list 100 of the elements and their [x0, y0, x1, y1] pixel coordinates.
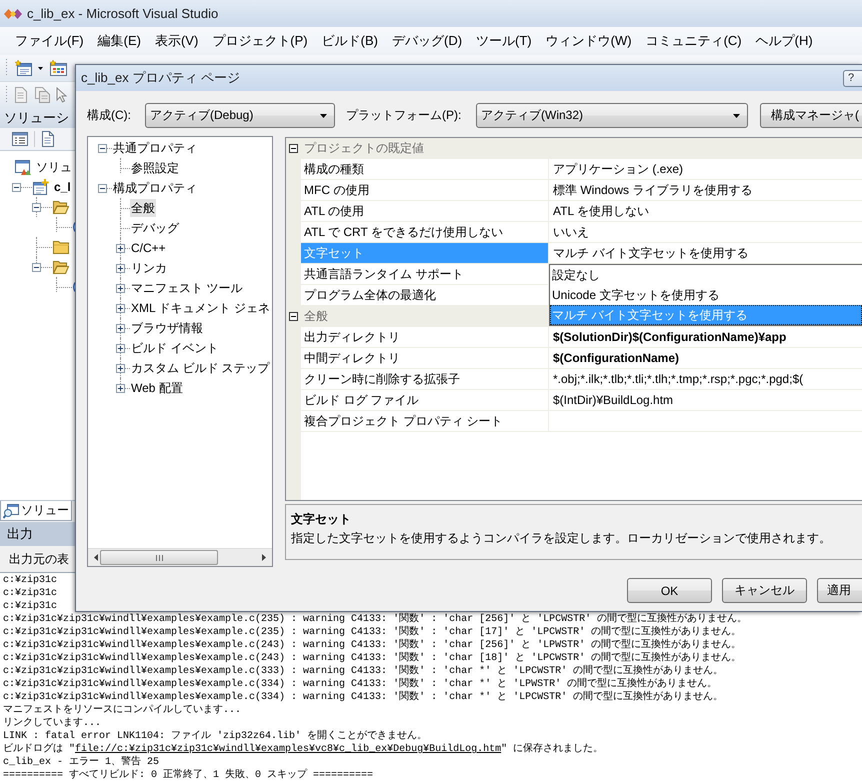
- field-label: プラットフォーム(P):: [346, 107, 462, 124]
- output-line: c:¥zip31c: [3, 600, 58, 613]
- output-line: c_lib_ex - エラー 1、警告 25: [3, 756, 160, 769]
- scrollbar-thumb[interactable]: [100, 550, 218, 565]
- plus-box-icon[interactable]: [116, 344, 125, 352]
- output-line: ビルドログは "file://c:¥zip31c¥zip31c¥windll¥examples¥vc8¥c_lib_ex¥Debug¥BuildLog.htm" に保存されました。: [3, 743, 604, 756]
- arrow-pointer-icon[interactable]: [56, 87, 67, 103]
- menu-item[interactable]: デバッグ(D): [384, 30, 470, 52]
- caret-icon[interactable]: [38, 66, 43, 70]
- right-arrow-icon[interactable]: [262, 554, 266, 561]
- dropdown-option[interactable]: Unicode 文字セットを使用する: [550, 285, 862, 305]
- property-value[interactable]: $(IntDir)¥BuildLog.htm: [549, 390, 862, 411]
- plus-box-icon[interactable]: [116, 264, 125, 272]
- tree-item[interactable]: XML ドキュメント ジェネ: [130, 299, 271, 317]
- help-button[interactable]: ?: [843, 70, 862, 86]
- output-line: LINK : fatal error LNK1104: ファイル 'zip32z64.lib' を開くことができません。: [3, 730, 428, 743]
- tree-item[interactable]: ソリュ: [36, 159, 72, 175]
- tree-item[interactable]: Web 配置: [130, 379, 184, 397]
- minus-box-icon[interactable]: [98, 184, 107, 192]
- plus-box-icon[interactable]: [116, 324, 125, 332]
- output-line: ========== すべてリビルド: 0 正常終了、1 失敗、0 スキップ ==========: [3, 769, 374, 782]
- property-name[interactable]: 構成の種類: [301, 159, 549, 180]
- window-chart-icon: [15, 159, 31, 175]
- property-value[interactable]: $(SolutionDir)$(ConfigurationName)¥app: [549, 327, 862, 348]
- output-line: c:¥zip31c: [3, 574, 58, 587]
- description-text: 指定した文字セットを使用するようコンパイラを設定します。ローカリゼーションで使用されます。: [291, 530, 831, 546]
- menu-item[interactable]: 表示(V): [148, 30, 206, 52]
- menu-item[interactable]: ヘルプ(H): [748, 30, 820, 52]
- folder-icon: [53, 240, 69, 254]
- document-icon[interactable]: [41, 131, 55, 147]
- caret-icon: [733, 114, 740, 118]
- grip-icon: [156, 554, 162, 560]
- menu-item[interactable]: プロジェクト(P): [205, 30, 315, 52]
- property-name[interactable]: 複合プロジェクト プロパティ シート: [301, 411, 549, 432]
- menu-item[interactable]: 編集(E): [90, 30, 148, 52]
- property-name[interactable]: ビルド ログ ファイル: [301, 390, 549, 411]
- tree-item[interactable]: ビルド イベント: [130, 339, 220, 357]
- plus-box-icon[interactable]: [116, 384, 125, 392]
- tree-item[interactable]: カスタム ビルド ステップ: [130, 359, 271, 377]
- property-name[interactable]: 中間ディレクトリ: [301, 348, 549, 369]
- magnifier-window-icon: [3, 502, 19, 518]
- tree-item[interactable]: 全般: [130, 199, 156, 217]
- toolbar-label: 出力元の表: [9, 550, 69, 568]
- property-value[interactable]: 標準 Windows ライブラリを使用する: [549, 180, 862, 201]
- open-folder-icon: [53, 200, 69, 214]
- arc-icon: [72, 222, 75, 232]
- property-value[interactable]: いいえ: [549, 222, 862, 243]
- property-value[interactable]: アプリケーション (.exe): [549, 159, 862, 180]
- dialog-button[interactable]: OK: [627, 578, 712, 603]
- tree-item[interactable]: ブラウザ情報: [130, 319, 204, 337]
- menu-item[interactable]: ビルド(B): [314, 30, 385, 52]
- tree-item[interactable]: マニフェスト ツール: [130, 279, 244, 297]
- tree-item[interactable]: C/C++: [130, 239, 167, 257]
- plus-box-icon[interactable]: [116, 364, 125, 372]
- menu-item[interactable]: ウィンドウ(W): [538, 30, 639, 52]
- dropdown-option[interactable]: 設定なし: [550, 265, 862, 285]
- property-value[interactable]: ATL を使用しない: [549, 201, 862, 222]
- minus-box-icon[interactable]: [289, 144, 298, 153]
- configuration-manager-button[interactable]: 構成マネージャ(: [760, 103, 862, 128]
- menu-item[interactable]: ツール(T): [469, 30, 539, 52]
- tree-item[interactable]: c_l: [54, 179, 71, 195]
- minus-box-icon[interactable]: [289, 312, 298, 321]
- window-list-icon[interactable]: [12, 131, 28, 147]
- menu-item[interactable]: ファイル(F): [8, 30, 91, 52]
- minus-box-icon[interactable]: [32, 202, 41, 212]
- platform-dropdown[interactable]: アクティブ(Win32): [476, 103, 748, 128]
- output-line: c:¥zip31c¥zip31c¥windll¥examples¥example.c(235) : warning C4133: '関数' : 'char [256]' と 'LPCWSTR' の間で型に互換性がありません。: [3, 613, 748, 626]
- property-name[interactable]: クリーン時に削除する拡張子: [301, 369, 549, 390]
- tree-item[interactable]: 共通プロパティ: [112, 139, 198, 157]
- output-line: c:¥zip31c¥zip31c¥windll¥examples¥example.c(235) : warning C4133: '関数' : 'char [17]' と 'LPCWSTR' の間で型に互換性がありません。: [3, 626, 742, 638]
- property-name[interactable]: MFC の使用: [301, 180, 549, 201]
- minus-box-icon[interactable]: [12, 182, 21, 192]
- minus-box-icon[interactable]: [98, 144, 107, 152]
- tree-item[interactable]: 参照設定: [130, 159, 180, 177]
- tree-item[interactable]: リンカ: [130, 259, 168, 277]
- panel-title: ソリューシ: [4, 109, 69, 127]
- output-line: c:¥zip31c: [3, 587, 58, 600]
- left-arrow-icon[interactable]: [94, 554, 98, 561]
- arc-icon: [72, 282, 75, 292]
- configuration-dropdown[interactable]: アクティブ(Debug): [145, 103, 335, 128]
- property-name[interactable]: ATL の使用: [301, 201, 549, 222]
- property-value[interactable]: *.obj;*.ilk;*.tlb;*.tli;*.tlh;*.tmp;*.rsp;*.pgc;*.pgd;$(: [549, 369, 862, 390]
- property-name[interactable]: 共通言語ランタイム サポート: [301, 264, 549, 285]
- file-link[interactable]: file://c:¥zip31c¥zip31c¥windll¥examples¥vc8¥c_lib_ex¥Debug¥BuildLog.htm: [75, 744, 502, 755]
- menu-item[interactable]: コミュニティ(C): [638, 30, 749, 52]
- plus-box-icon[interactable]: [116, 284, 125, 292]
- tree-item[interactable]: デバッグ: [130, 219, 180, 237]
- dialog-button[interactable]: キャンセル: [722, 578, 807, 603]
- dialog-button[interactable]: 適用: [817, 578, 862, 603]
- property-value[interactable]: $(ConfigurationName): [549, 348, 862, 369]
- plus-box-icon[interactable]: [116, 244, 125, 252]
- plus-box-icon[interactable]: [116, 304, 125, 312]
- category-title: 全般: [303, 308, 328, 325]
- minus-box-icon[interactable]: [32, 262, 41, 272]
- panel-tab[interactable]: ソリュー: [0, 501, 72, 521]
- open-folder-icon: [53, 260, 69, 274]
- documents-icon[interactable]: [34, 87, 51, 103]
- tree-item[interactable]: 構成プロパティ: [112, 179, 198, 197]
- property-name[interactable]: 出力ディレクトリ: [301, 327, 549, 348]
- ribbon-logo-icon: [4, 8, 22, 20]
